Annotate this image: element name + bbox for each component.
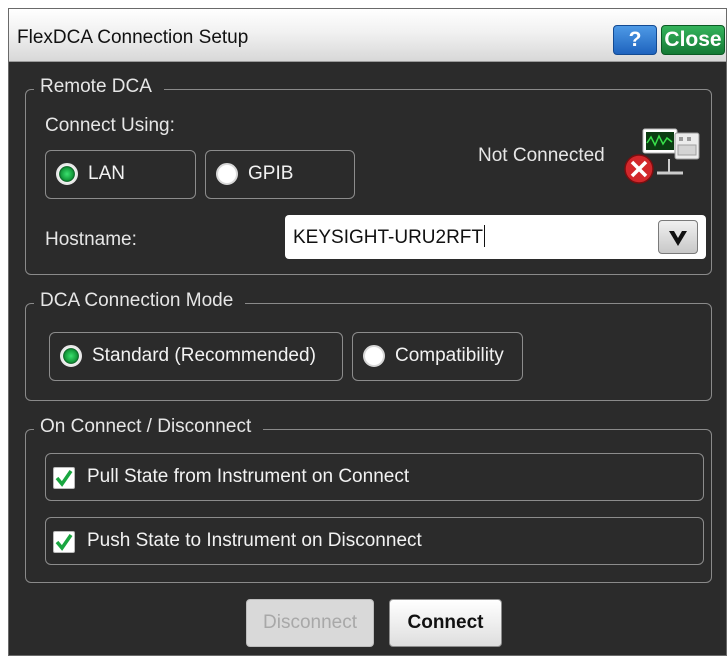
lan-radio-option[interactable]: LAN — [45, 150, 196, 199]
hostname-combobox[interactable]: KEYSIGHT-URU2RFT — [285, 215, 706, 259]
chevron-down-icon — [669, 231, 687, 246]
remote-dca-legend: Remote DCA — [34, 76, 164, 98]
gpib-radio-unselected-icon — [216, 163, 238, 185]
lan-radio-selected-icon — [56, 163, 78, 185]
checkmark-icon — [55, 470, 73, 487]
hostname-label: Hostname: — [45, 229, 137, 250]
standard-mode-label: Standard (Recommended) — [92, 345, 316, 366]
lan-radio-label: LAN — [88, 163, 125, 184]
help-button[interactable]: ? — [613, 25, 657, 55]
checkmark-icon — [55, 534, 73, 551]
connect-using-label: Connect Using: — [45, 115, 175, 136]
disconnect-button[interactable]: Disconnect — [246, 599, 374, 647]
hostname-dropdown-button[interactable] — [658, 220, 698, 254]
connection-setup-dialog: FlexDCA Connection Setup ? Close Remote … — [8, 8, 727, 656]
push-state-label: Push State to Instrument on Disconnect — [87, 530, 422, 551]
compatibility-mode-label: Compatibility — [395, 345, 504, 366]
standard-mode-radio-option[interactable]: Standard (Recommended) — [49, 332, 343, 381]
push-state-checkbox[interactable] — [53, 531, 75, 553]
hostname-input[interactable]: KEYSIGHT-URU2RFT — [293, 225, 486, 249]
hostname-value: KEYSIGHT-URU2RFT — [293, 227, 484, 248]
gpib-radio-option[interactable]: GPIB — [205, 150, 355, 199]
gpib-radio-label: GPIB — [248, 163, 294, 184]
connection-mode-legend: DCA Connection Mode — [34, 290, 246, 312]
dialog-title: FlexDCA Connection Setup — [17, 27, 249, 48]
network-disconnected-icon — [624, 128, 700, 184]
standard-radio-selected-icon — [60, 345, 82, 367]
on-connect-legend: On Connect / Disconnect — [34, 416, 264, 438]
compatibility-radio-unselected-icon — [363, 345, 385, 367]
compatibility-mode-radio-option[interactable]: Compatibility — [352, 332, 523, 381]
close-button[interactable]: Close — [661, 25, 725, 55]
title-bar: FlexDCA Connection Setup ? Close — [9, 9, 726, 62]
connection-status-text: Not Connected — [478, 145, 605, 166]
pull-state-option[interactable]: Pull State from Instrument on Connect — [45, 453, 704, 501]
text-caret — [484, 225, 486, 247]
pull-state-label: Pull State from Instrument on Connect — [87, 466, 410, 487]
pull-state-checkbox[interactable] — [53, 467, 75, 489]
connect-button[interactable]: Connect — [389, 599, 502, 647]
push-state-option[interactable]: Push State to Instrument on Disconnect — [45, 517, 704, 565]
